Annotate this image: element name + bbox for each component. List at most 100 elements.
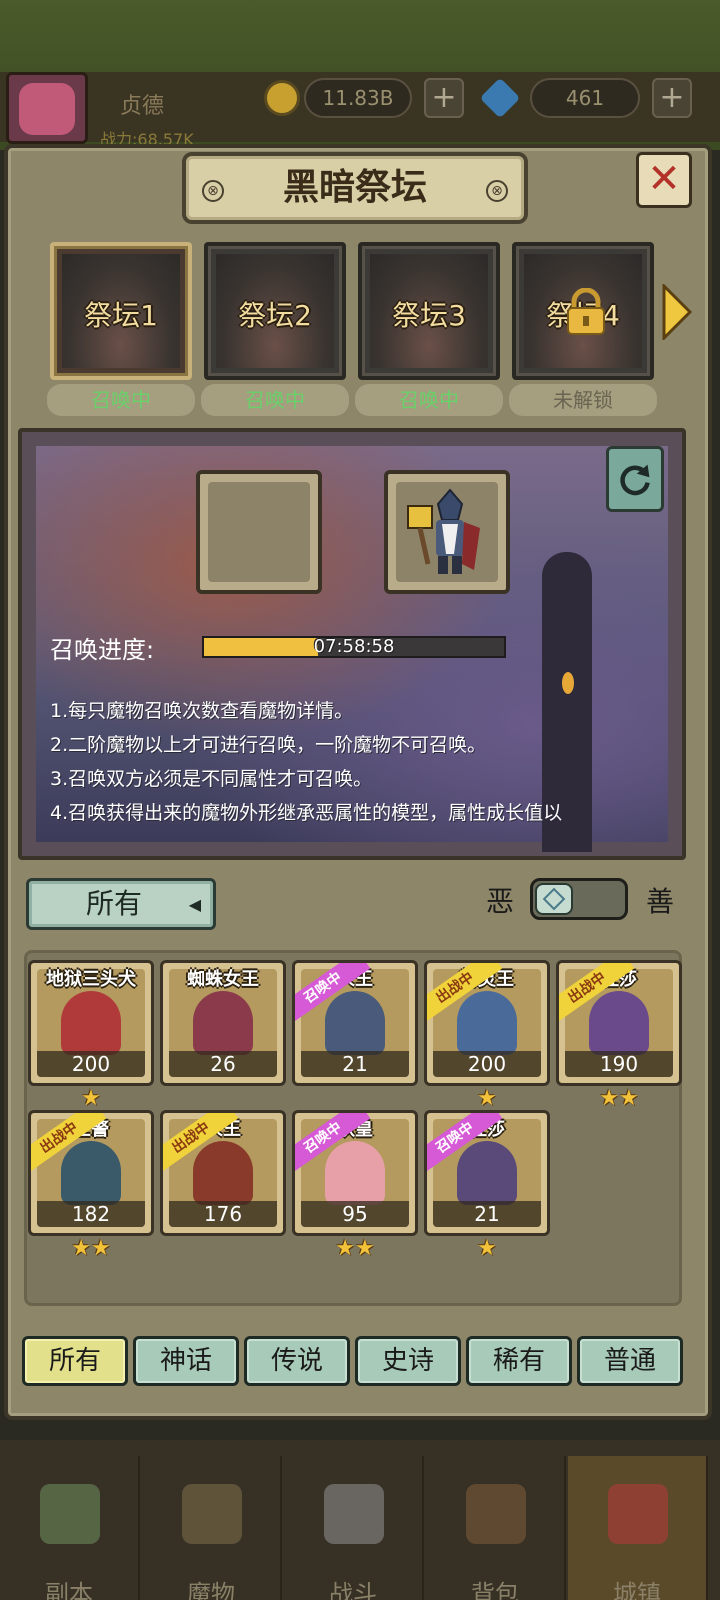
altar-tab-2[interactable]: 祭坛2 (204, 242, 346, 380)
rule-line: 3.召唤双方必须是不同属性才可召唤。 (50, 768, 373, 790)
rarity-tab[interactable]: 普通 (577, 1336, 683, 1386)
dialog-title: 黑暗祭坛 (282, 167, 427, 208)
nav-icon (608, 1484, 668, 1544)
gem-amount: 461 (530, 78, 640, 118)
monster-count: 176 (169, 1201, 277, 1227)
rarity-tab[interactable]: 神话 (133, 1336, 239, 1386)
player-name: 贞德 (120, 94, 165, 119)
nav-icon (324, 1484, 384, 1544)
monster-card[interactable]: 人王 21 召唤中 (292, 960, 418, 1086)
rule-line: 2.二阶魔物以上才可进行召唤，一阶魔物不可召唤。 (50, 734, 487, 756)
avatar[interactable] (6, 72, 88, 144)
monster-count: 21 (301, 1051, 409, 1077)
monster-sprite (457, 1141, 517, 1205)
altar-tab-3[interactable]: 祭坛3 (358, 242, 500, 380)
star-rating: ★★ (599, 1086, 639, 1111)
monster-count: 182 (37, 1201, 145, 1227)
rarity-tab[interactable]: 传说 (244, 1336, 350, 1386)
slot-inner (208, 482, 310, 582)
star-rating: ★★ (335, 1236, 375, 1261)
monster-sprite (61, 1141, 121, 1205)
star-rating: ★ (477, 1236, 497, 1261)
next-arrow-icon[interactable] (660, 284, 694, 340)
refresh-button[interactable] (606, 446, 664, 512)
star-rating: ★★ (71, 1236, 111, 1261)
nav-label: 战斗 (329, 1580, 377, 1600)
tower-glow (562, 672, 574, 694)
nav-icon (466, 1484, 526, 1544)
refresh-icon (620, 464, 650, 496)
monster-sprite (193, 991, 253, 1055)
monster-card[interactable]: 杜莎 190 出战中 (556, 960, 682, 1086)
monster-card[interactable]: 杜莎 21 召唤中 (424, 1110, 550, 1236)
rule-line: 1.每只魔物召唤次数查看魔物详情。 (50, 700, 354, 722)
monster-count: 21 (433, 1201, 541, 1227)
monster-card[interactable]: 地狱三头犬 200 (28, 960, 154, 1086)
monster-sprite (457, 991, 517, 1055)
nav-label: 城镇 (613, 1580, 661, 1600)
gold-coin-icon (264, 80, 300, 116)
summon-progress-bar: 07:58:58 (202, 636, 506, 658)
monster-count: 190 (565, 1051, 673, 1077)
progress-time: 07:58:58 (313, 636, 395, 657)
summon-slot-empty[interactable] (196, 470, 322, 594)
close-button[interactable]: ✕ (636, 152, 692, 208)
rule-line: 4.召唤获得出来的魔物外形继承恶属性的模型，属性成长值以 (50, 802, 563, 824)
summon-rules: 1.每只魔物召唤次数查看魔物详情。 2.二阶魔物以上才可进行召唤，一阶魔物不可召… (50, 694, 670, 830)
rarity-tab[interactable]: 史诗 (355, 1336, 461, 1386)
monster-count: 95 (301, 1201, 409, 1227)
dialog-title-plate: ⊗ 黑暗祭坛 ⊗ (182, 152, 528, 224)
altar-status: 未解锁 (509, 384, 657, 416)
nav-item[interactable]: 魔物 (142, 1456, 282, 1600)
nav-item[interactable]: 战斗 (284, 1456, 424, 1600)
alignment-toggle[interactable] (530, 878, 628, 920)
star-rating: ★ (477, 1086, 497, 1111)
monster-sprite (61, 991, 121, 1055)
altar-tab-1[interactable]: 祭坛1 (50, 242, 192, 380)
gold-amount: 11.83B (304, 78, 412, 118)
monster-name: 地狱三头犬 (46, 969, 136, 990)
evil-label: 恶 (486, 885, 515, 918)
monster-card[interactable]: 精灵王 200 出战中 (424, 960, 550, 1086)
category-dropdown-label: 所有 (85, 887, 142, 920)
monster-card[interactable]: 蜘蛛女王 26 (160, 960, 286, 1086)
nav-icon (182, 1484, 242, 1544)
nav-label: 背包 (471, 1580, 519, 1600)
altar-status: 召唤中 (355, 384, 503, 416)
add-gem-button[interactable]: + (652, 78, 692, 118)
monster-sprite (325, 991, 385, 1055)
star-rating: ★ (81, 1086, 101, 1111)
bolt-icon: ⊗ (486, 180, 508, 202)
good-label: 善 (646, 885, 675, 918)
monster-sprite (325, 1141, 385, 1205)
nav-item[interactable]: 城镇 (568, 1456, 708, 1600)
altar-status: 召唤中 (201, 384, 349, 416)
monster-count: 26 (169, 1051, 277, 1077)
category-dropdown[interactable]: 所有 ◀ (26, 878, 216, 930)
altar-label: 祭坛1 (84, 299, 158, 332)
monster-card[interactable]: 上警 182 出战中 (28, 1110, 154, 1236)
monster-count: 200 (433, 1051, 541, 1077)
monster-card[interactable]: 妖皇 95 召唤中 (292, 1110, 418, 1236)
summon-slot-filled[interactable] (384, 470, 510, 594)
nav-item[interactable]: 背包 (426, 1456, 566, 1600)
altar-label: 祭坛3 (392, 299, 466, 332)
nav-item[interactable]: 副本 (0, 1456, 140, 1600)
avatar-face (19, 83, 75, 135)
rarity-tab[interactable]: 稀有 (466, 1336, 572, 1386)
toggle-knob (535, 883, 573, 915)
nav-label: 副本 (45, 1580, 93, 1600)
armored-warrior-icon (407, 488, 480, 574)
diamond-icon (542, 887, 566, 911)
monster-sprite (193, 1141, 253, 1205)
caret-left-icon: ◀ (188, 895, 201, 914)
add-gold-button[interactable]: + (424, 78, 464, 118)
altar-label: 祭坛2 (238, 299, 312, 332)
altar-status: 召唤中 (47, 384, 195, 416)
nav-label: 魔物 (187, 1580, 235, 1600)
altar-tab-4[interactable]: 祭坛4 (512, 242, 654, 380)
monster-name: 蜘蛛女王 (187, 969, 259, 990)
monster-card[interactable]: 人王 176 出战中 (160, 1110, 286, 1236)
rarity-tab[interactable]: 所有 (22, 1336, 128, 1386)
monster-count: 200 (37, 1051, 145, 1077)
